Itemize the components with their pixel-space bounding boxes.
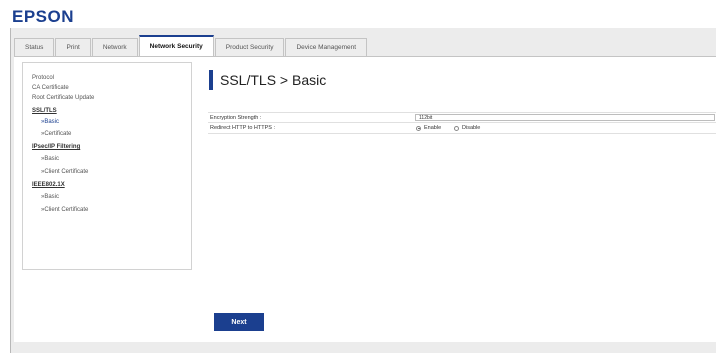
radio-unselected-icon bbox=[454, 125, 459, 131]
tab-status[interactable]: Status bbox=[14, 38, 55, 56]
tab-product-security[interactable]: Product Security bbox=[214, 38, 285, 56]
redirect-label: Redirect HTTP to HTTPS : bbox=[210, 125, 275, 131]
tab-network-security[interactable]: Network Security bbox=[138, 35, 214, 56]
sidebar-item-ssl-basic[interactable]: »Basic bbox=[41, 119, 59, 125]
tab-device-management[interactable]: Device Management bbox=[285, 38, 368, 56]
encryption-strength-value: 112bit bbox=[419, 115, 433, 121]
next-button[interactable]: Next bbox=[214, 313, 264, 331]
main-tabs: Status Print Network Network Security Pr… bbox=[14, 35, 368, 56]
page-title: SSL/TLS > Basic bbox=[220, 72, 327, 88]
redirect-disable-label: Disable bbox=[462, 125, 481, 131]
title-accent-bar bbox=[209, 70, 213, 90]
sidebar-item-root-certificate-update[interactable]: Root Certificate Update bbox=[32, 95, 94, 101]
header-bar: EPSON bbox=[0, 0, 716, 28]
sidebar-item-ieee-client-certificate[interactable]: »Client Certificate bbox=[41, 207, 88, 213]
radio-selected-icon bbox=[416, 125, 421, 131]
sidebar-item-ipsec-client-certificate[interactable]: »Client Certificate bbox=[41, 169, 88, 175]
sidebar-group-ieee8021x[interactable]: IEEE802.1X bbox=[32, 182, 65, 188]
sidebar-item-ieee-basic[interactable]: »Basic bbox=[41, 194, 59, 200]
sidebar-item-ca-certificate[interactable]: CA Certificate bbox=[32, 85, 69, 91]
tab-print[interactable]: Print bbox=[55, 38, 91, 56]
tab-network[interactable]: Network bbox=[91, 38, 138, 56]
redirect-row: Redirect HTTP to HTTPS : Enable Disable bbox=[208, 122, 716, 134]
redirect-enable-label: Enable bbox=[424, 125, 442, 131]
sidebar-item-protocol[interactable]: Protocol bbox=[32, 75, 54, 81]
sidebar-group-ssl-tls[interactable]: SSL/TLS bbox=[32, 108, 57, 114]
sidebar: Protocol CA Certificate Root Certificate… bbox=[22, 62, 192, 270]
sidebar-item-ipsec-basic[interactable]: »Basic bbox=[41, 156, 59, 162]
sidebar-group-ipsec[interactable]: IPsec/IP Filtering bbox=[32, 144, 80, 150]
redirect-disable-radio[interactable]: Disable bbox=[454, 125, 480, 131]
encryption-strength-select[interactable]: 112bit bbox=[415, 114, 715, 121]
epson-logo: EPSON bbox=[12, 7, 75, 26]
sidebar-item-ssl-certificate[interactable]: »Certificate bbox=[41, 131, 71, 137]
redirect-enable-radio[interactable]: Enable bbox=[416, 125, 441, 131]
encryption-strength-label: Encryption Strength : bbox=[210, 115, 262, 121]
